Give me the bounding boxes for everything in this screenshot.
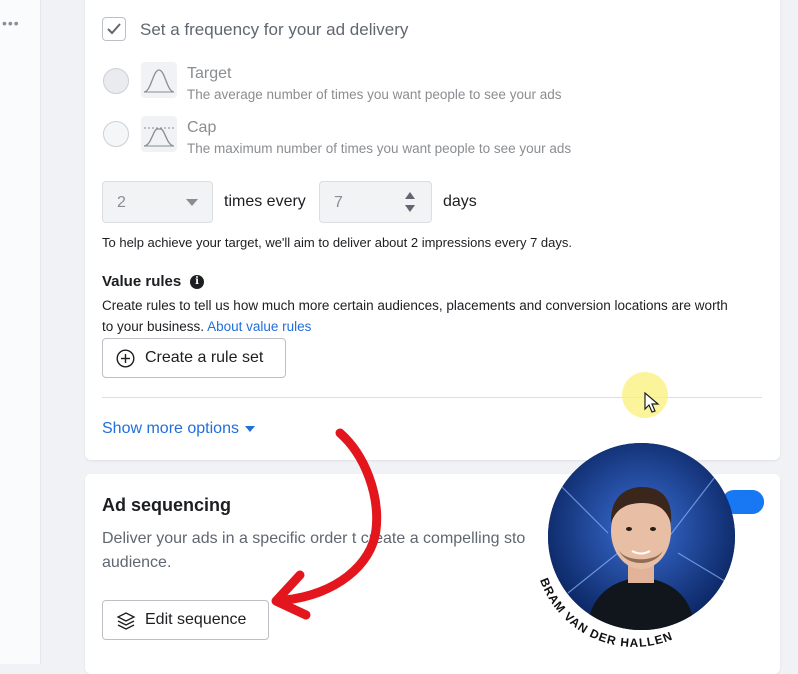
presenter-name: BRAM VAN DER HALLEN <box>537 576 674 650</box>
svg-text:BRAM VAN DER HALLEN: BRAM VAN DER HALLEN <box>537 576 675 650</box>
presenter-name-badge: BRAM VAN DER HALLEN <box>537 576 675 650</box>
